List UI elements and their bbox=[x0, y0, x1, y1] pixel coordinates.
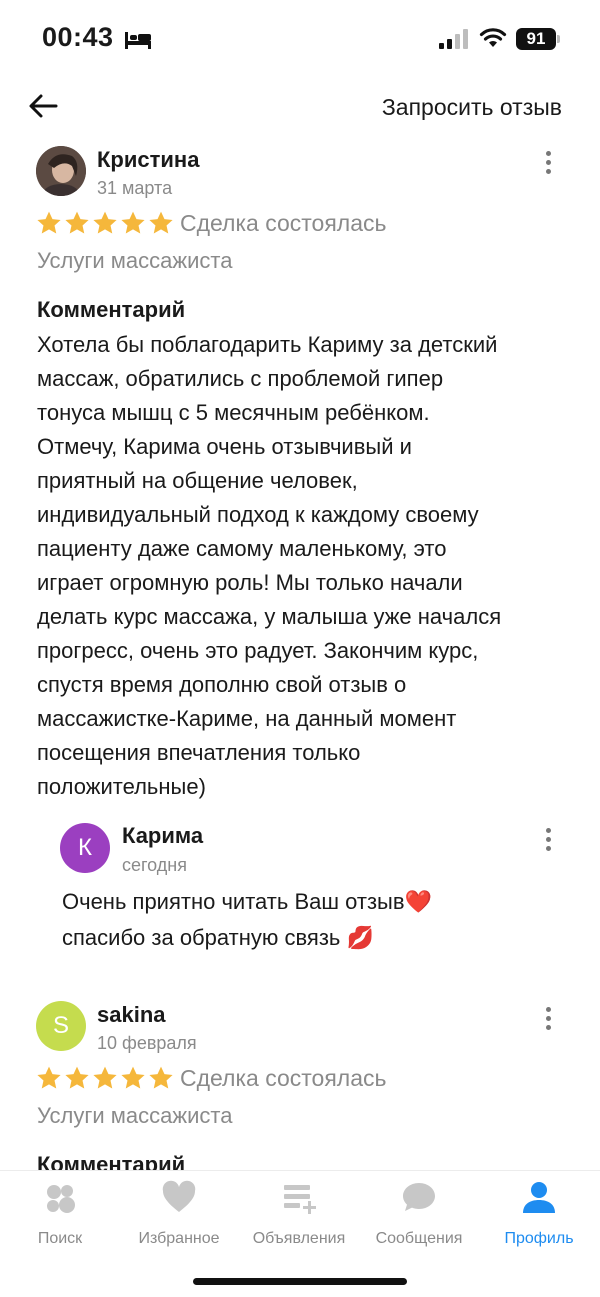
heart-icon bbox=[162, 1180, 196, 1212]
comment-line: делать курс массажа, у малыша уже началс… bbox=[37, 604, 502, 629]
reply-avatar[interactable]: К bbox=[60, 823, 110, 873]
profile-photo-icon bbox=[36, 146, 86, 196]
reply-date: сегодня bbox=[122, 855, 187, 875]
service-name: Услуги массажиста bbox=[37, 248, 233, 273]
star-icon bbox=[65, 211, 89, 234]
star-icon bbox=[149, 211, 173, 234]
chat-icon bbox=[403, 1183, 435, 1211]
comment-line: индивидуальный подход к каждому своему bbox=[37, 502, 479, 527]
comment-line: посещения впечатления только bbox=[37, 740, 361, 765]
author-name[interactable]: sakina bbox=[97, 1002, 166, 1028]
star-icon bbox=[93, 1066, 117, 1089]
bed-icon bbox=[125, 32, 151, 49]
tab-favorites[interactable]: Избранное bbox=[124, 1179, 234, 1249]
home-indicator[interactable] bbox=[193, 1278, 407, 1285]
comment-line: массажистке-Кариме, на данный момент bbox=[37, 706, 457, 731]
reply-text: Очень приятно читать Ваш отзыв❤️ спасибо… bbox=[62, 884, 532, 956]
tab-label: Сообщения bbox=[375, 1230, 463, 1247]
reply-more-options-icon[interactable] bbox=[538, 825, 558, 855]
reply-line: Очень приятно читать Ваш отзыв❤️ bbox=[62, 889, 432, 914]
avatar[interactable] bbox=[36, 146, 86, 196]
comment-line: Отмечу, Карима очень отзывчивый и bbox=[37, 434, 412, 459]
comment-line: положительные) bbox=[37, 774, 206, 799]
star-icon bbox=[65, 1066, 89, 1089]
rating-stars bbox=[36, 1065, 174, 1091]
star-icon bbox=[37, 211, 61, 234]
request-review-button[interactable]: Запросить отзыв bbox=[382, 94, 562, 121]
cellular-signal-icon bbox=[439, 29, 468, 49]
comment-line: пациенту даже самому маленькому, это bbox=[37, 536, 447, 561]
comment-line: Хотела бы поблагодарить Кариму за детски… bbox=[37, 332, 498, 357]
tab-label: Объявления bbox=[252, 1230, 346, 1247]
star-icon bbox=[93, 211, 117, 234]
battery-level: 91 bbox=[516, 28, 556, 50]
comment-heading: Комментарий bbox=[37, 297, 186, 322]
tab-messages[interactable]: Сообщения bbox=[364, 1179, 474, 1249]
comment-line: прогресс, очень это радует. Закончим кур… bbox=[37, 638, 479, 663]
battery-tip bbox=[557, 35, 560, 43]
star-icon bbox=[121, 1066, 145, 1089]
wifi-icon bbox=[479, 28, 507, 47]
more-options-icon[interactable] bbox=[538, 148, 558, 178]
avatar[interactable]: S bbox=[36, 1001, 86, 1051]
back-arrow-icon[interactable] bbox=[26, 88, 62, 124]
status-bar: 00:43 91 bbox=[0, 0, 600, 80]
comment-text: Хотела бы поблагодарить Кариму за детски… bbox=[37, 328, 577, 804]
listings-icon bbox=[284, 1185, 316, 1214]
tab-label: Поиск bbox=[37, 1230, 83, 1247]
comment-line: играет огромную роль! Мы только начали bbox=[37, 570, 463, 595]
comment-line: спустя время дополню свой отзыв о bbox=[37, 672, 407, 697]
comment-line: массаж, обратились с проблемой гипер bbox=[37, 366, 444, 391]
status-time: 00:43 bbox=[42, 22, 114, 52]
review-date: 31 марта bbox=[97, 178, 173, 198]
profile-icon bbox=[523, 1182, 555, 1213]
deal-status: Сделка состоялась bbox=[180, 1065, 387, 1091]
tab-listings[interactable]: Объявления bbox=[244, 1179, 354, 1249]
star-icon bbox=[37, 1066, 61, 1089]
service-name: Услуги массажиста bbox=[37, 1103, 233, 1128]
tab-label: Профиль bbox=[504, 1230, 574, 1247]
more-options-icon[interactable] bbox=[538, 1004, 558, 1034]
search-icon bbox=[47, 1185, 75, 1213]
tab-search[interactable]: Поиск bbox=[5, 1179, 115, 1249]
rating-stars bbox=[36, 210, 174, 236]
star-icon bbox=[121, 211, 145, 234]
star-icon bbox=[149, 1066, 173, 1089]
comment-line: приятный на общение человек, bbox=[37, 468, 358, 493]
tab-label: Избранное bbox=[138, 1230, 220, 1247]
reply-author-name[interactable]: Карима bbox=[122, 823, 203, 849]
deal-status: Сделка состоялась bbox=[180, 210, 387, 236]
review-date: 10 февраля bbox=[97, 1033, 197, 1053]
battery-indicator: 91 bbox=[516, 28, 560, 50]
author-name[interactable]: Кристина bbox=[97, 147, 199, 173]
comment-line: тонуса мышц с 5 месячным ребёнком. bbox=[37, 400, 430, 425]
reply-line: спасибо за обратную связь 💋 bbox=[62, 925, 374, 950]
tab-profile[interactable]: Профиль bbox=[484, 1179, 594, 1249]
